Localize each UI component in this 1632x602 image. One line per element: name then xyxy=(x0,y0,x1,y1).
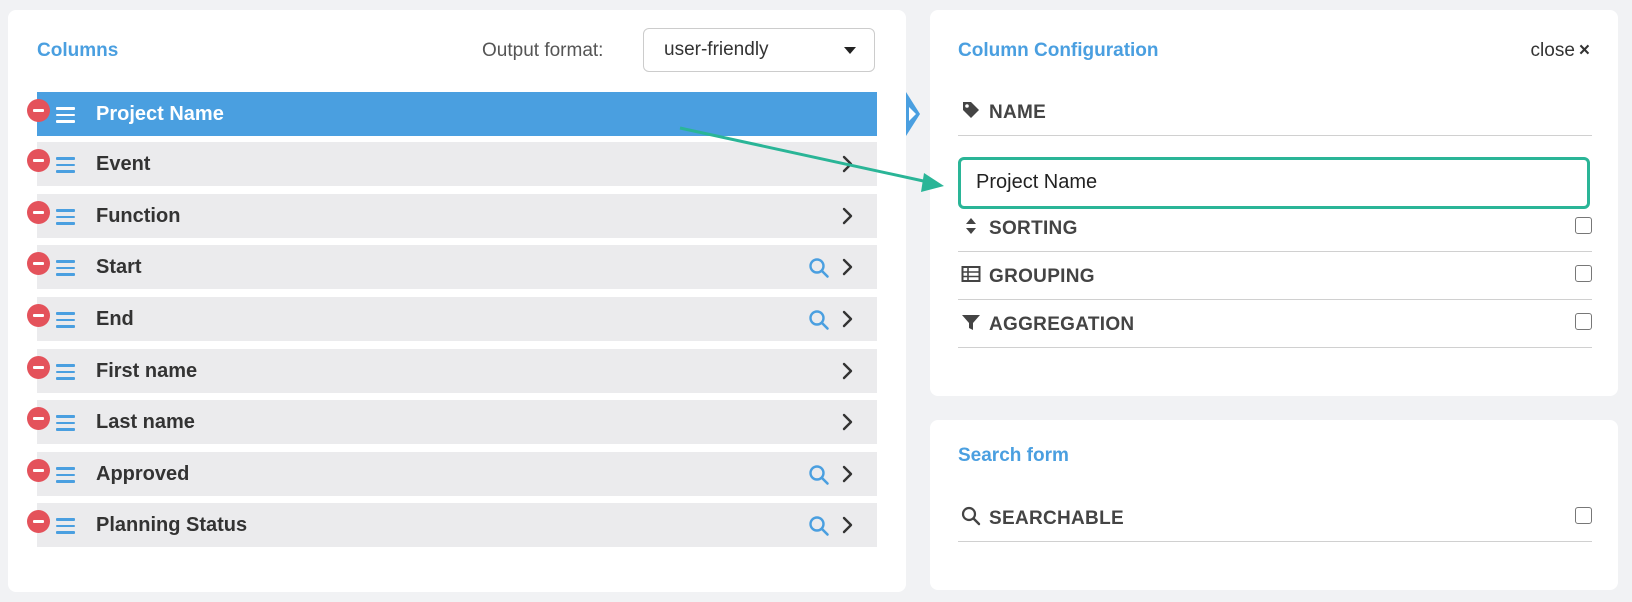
chevron-right-icon[interactable] xyxy=(837,257,857,277)
remove-icon[interactable] xyxy=(27,99,50,122)
searchable-row: SEARCHABLE xyxy=(958,493,1592,542)
grouping-checkbox[interactable] xyxy=(1575,265,1592,282)
drag-handle-icon[interactable] xyxy=(56,467,75,483)
caret-down-icon xyxy=(844,47,856,54)
drag-handle-icon[interactable] xyxy=(56,312,75,328)
search-form-title: Search form xyxy=(958,445,1069,466)
name-label: NAME xyxy=(989,102,1047,123)
column-row[interactable]: Event xyxy=(27,142,877,186)
remove-icon[interactable] xyxy=(27,407,50,430)
search-form-panel: Search form SEARCHABLE xyxy=(930,420,1618,590)
column-label: Approved xyxy=(96,463,190,485)
aggregation-label: AGGREGATION xyxy=(989,314,1135,335)
table-icon xyxy=(961,266,981,282)
chevron-right-icon xyxy=(909,107,916,121)
chevron-right-icon[interactable] xyxy=(837,515,857,535)
drag-handle-icon[interactable] xyxy=(56,157,75,173)
filter-icon xyxy=(962,315,980,330)
column-label: First name xyxy=(96,360,198,382)
sort-icon xyxy=(966,218,976,234)
column-row[interactable]: Project Name xyxy=(27,92,920,136)
chevron-right-icon[interactable] xyxy=(837,154,857,174)
close-label: close xyxy=(1530,40,1575,61)
chevron-right-icon[interactable] xyxy=(837,412,857,432)
config-title: Column Configuration xyxy=(958,40,1159,61)
column-row[interactable]: End xyxy=(27,297,877,341)
remove-icon[interactable] xyxy=(27,356,50,379)
drag-handle-icon[interactable] xyxy=(56,415,75,431)
remove-icon[interactable] xyxy=(27,510,50,533)
grouping-label: GROUPING xyxy=(989,266,1095,287)
grouping-row: GROUPING xyxy=(958,251,1592,300)
searchable-checkbox[interactable] xyxy=(1575,507,1592,524)
name-input[interactable]: Project Name xyxy=(958,157,1590,209)
name-field-header: NAME xyxy=(958,87,1592,136)
column-row[interactable]: Planning Status xyxy=(27,503,877,547)
drag-handle-icon[interactable] xyxy=(56,107,75,123)
column-label: Function xyxy=(96,205,181,227)
remove-icon[interactable] xyxy=(27,459,50,482)
column-label: End xyxy=(96,308,134,330)
remove-icon[interactable] xyxy=(27,149,50,172)
close-icon: × xyxy=(1578,40,1590,61)
column-label: Last name xyxy=(96,411,195,433)
output-format-select[interactable]: user-friendly xyxy=(643,28,875,72)
tag-icon xyxy=(963,102,979,118)
search-icon[interactable] xyxy=(808,515,830,537)
sorting-label: SORTING xyxy=(989,218,1078,239)
column-row[interactable]: Approved xyxy=(27,452,877,496)
chevron-right-icon[interactable] xyxy=(837,206,857,226)
column-row[interactable]: First name xyxy=(27,349,877,393)
drag-handle-icon[interactable] xyxy=(56,364,75,380)
sorting-row: SORTING xyxy=(958,203,1592,252)
column-configuration-panel: Column Configuration close × NAME Project… xyxy=(930,10,1618,396)
remove-icon[interactable] xyxy=(27,252,50,275)
chevron-right-icon[interactable] xyxy=(837,464,857,484)
chevron-right-icon[interactable] xyxy=(837,361,857,381)
column-label: Project Name xyxy=(96,103,224,125)
search-icon[interactable] xyxy=(808,464,830,486)
column-row[interactable]: Start xyxy=(27,245,877,289)
searchable-label: SEARCHABLE xyxy=(989,508,1124,529)
chevron-right-icon[interactable] xyxy=(837,309,857,329)
column-row[interactable]: Function xyxy=(27,194,877,238)
column-label: Event xyxy=(96,153,151,175)
aggregation-row: AGGREGATION xyxy=(958,299,1592,348)
remove-icon[interactable] xyxy=(27,304,50,327)
remove-icon[interactable] xyxy=(27,201,50,224)
output-format-value: user-friendly xyxy=(664,39,769,60)
search-icon xyxy=(961,506,981,526)
output-format-label: Output format: xyxy=(482,40,604,61)
columns-panel: Columns Output format: user-friendly Pro… xyxy=(8,10,920,592)
column-label: Start xyxy=(96,256,142,278)
search-icon[interactable] xyxy=(808,309,830,331)
drag-handle-icon[interactable] xyxy=(56,518,75,534)
column-row[interactable]: Last name xyxy=(27,400,877,444)
column-label: Planning Status xyxy=(96,514,248,536)
aggregation-checkbox[interactable] xyxy=(1575,313,1592,330)
close-button[interactable]: close × xyxy=(1531,40,1590,62)
drag-handle-icon[interactable] xyxy=(56,260,75,276)
sorting-checkbox[interactable] xyxy=(1575,217,1592,234)
search-icon[interactable] xyxy=(808,257,830,279)
columns-title: Columns xyxy=(37,40,119,61)
drag-handle-icon[interactable] xyxy=(56,209,75,225)
